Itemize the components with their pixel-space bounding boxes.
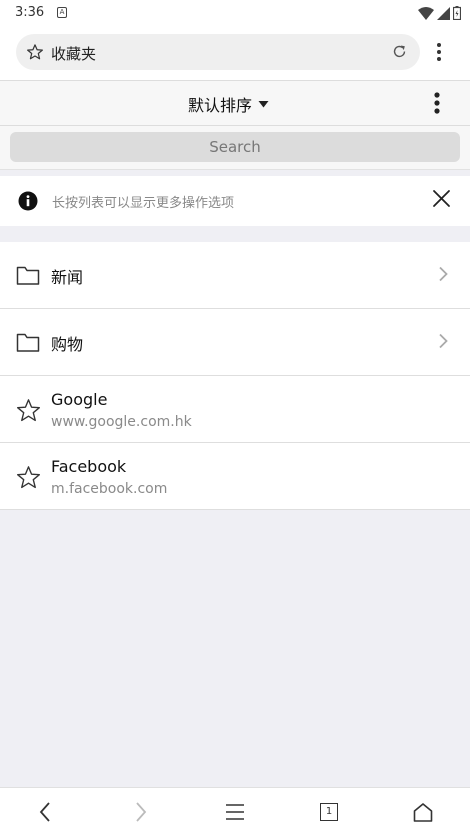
more-options-icon[interactable] (433, 91, 441, 115)
sort-dropdown[interactable]: 默认排序 (188, 92, 269, 116)
back-icon[interactable] (38, 801, 52, 823)
star-icon (27, 44, 43, 60)
bookmark-url: m.facebook.com (51, 481, 168, 497)
bookmark-title: Google (51, 390, 108, 409)
folder-item[interactable]: 新闻 (0, 242, 470, 309)
signal-icon (437, 6, 450, 20)
folder-icon (16, 266, 40, 285)
folder-name: 新闻 (51, 268, 84, 287)
tabs-button[interactable]: 1 (320, 803, 338, 821)
chevron-right-icon (439, 266, 448, 282)
battery-icon (453, 6, 461, 20)
status-bar: 3:36 A (0, 0, 470, 26)
bookmark-url: www.google.com.hk (51, 414, 192, 430)
reload-icon[interactable] (391, 43, 408, 60)
menu-icon[interactable] (225, 801, 245, 823)
folder-item[interactable]: 购物 (0, 309, 470, 376)
caret-down-icon (258, 101, 269, 108)
notification-icon: A (57, 7, 67, 18)
url-bar[interactable]: 收藏夹 (16, 34, 420, 70)
star-icon (16, 399, 41, 422)
forward-icon[interactable] (134, 801, 148, 823)
sort-bar: 默认排序 (0, 80, 470, 126)
folder-name: 购物 (51, 335, 84, 354)
bookmark-title: Facebook (51, 457, 127, 476)
status-time: 3:36 (15, 5, 45, 20)
sort-label: 默认排序 (188, 96, 253, 115)
home-icon[interactable] (413, 801, 433, 823)
url-text: 收藏夹 (51, 45, 97, 63)
folder-icon (16, 333, 40, 352)
info-icon (18, 191, 38, 211)
search-input[interactable] (10, 132, 460, 162)
bookmark-item[interactable]: Google www.google.com.hk (0, 376, 470, 443)
overflow-menu-icon[interactable] (436, 42, 442, 62)
bottom-nav: 1 (0, 787, 470, 837)
url-bar-row: 收藏夹 (0, 26, 470, 80)
close-icon[interactable] (432, 189, 451, 208)
tip-text: 长按列表可以显示更多操作选项 (52, 196, 235, 211)
status-indicators (418, 6, 461, 20)
tip-banner: 长按列表可以显示更多操作选项 (0, 176, 470, 226)
bookmark-item[interactable]: Facebook m.facebook.com (0, 443, 470, 510)
tab-count: 1 (325, 806, 333, 817)
chevron-right-icon (439, 333, 448, 349)
bookmark-list: 新闻 购物 Google www.google.com.hk Facebook … (0, 242, 470, 510)
wifi-icon (418, 6, 434, 20)
star-icon (16, 466, 41, 489)
search-row (0, 126, 470, 170)
